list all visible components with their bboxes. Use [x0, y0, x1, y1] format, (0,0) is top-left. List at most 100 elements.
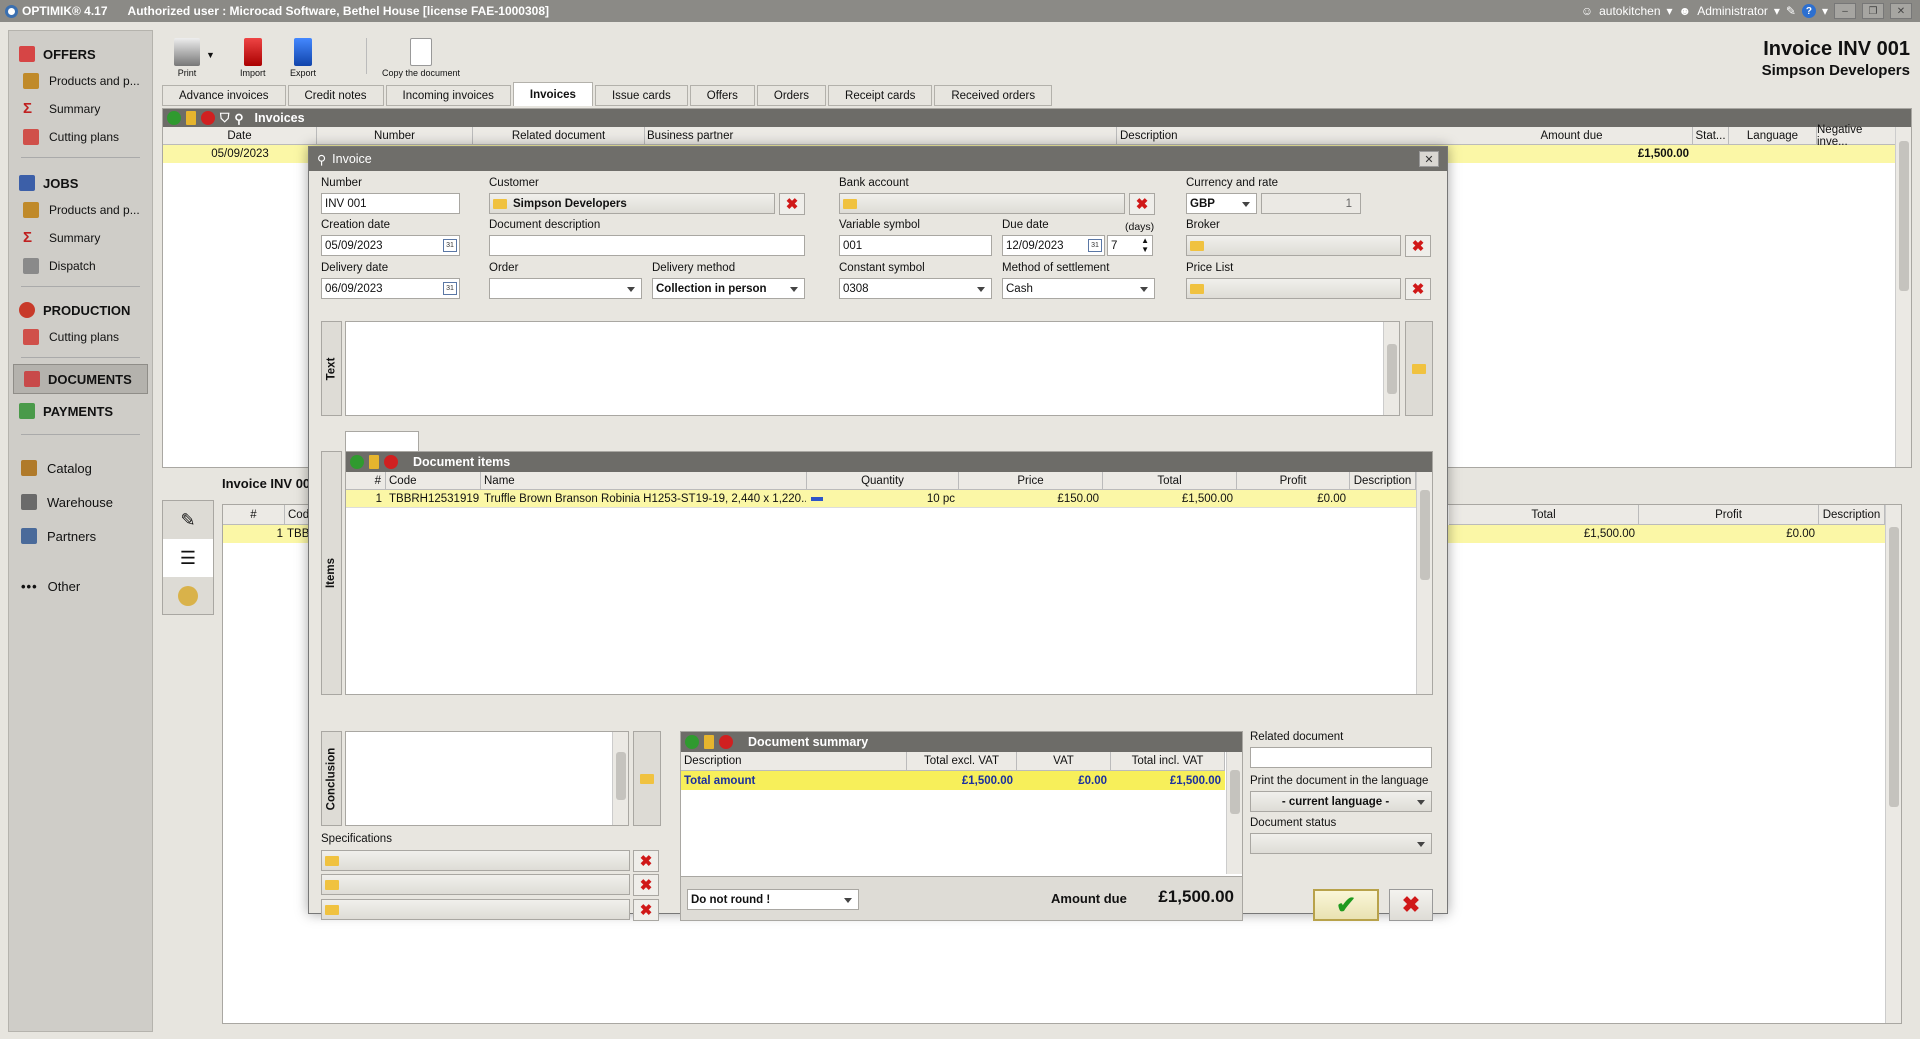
user-menu-administrator[interactable]: Administrator	[1697, 4, 1768, 18]
scrollbar-thumb[interactable]	[616, 752, 626, 800]
col-name[interactable]: Name	[481, 472, 807, 490]
calendar-icon[interactable]: 31	[443, 239, 457, 252]
rounding-select[interactable]: Do not round !	[687, 889, 859, 910]
creation-date-field[interactable]: 05/09/2023 31	[321, 235, 460, 256]
calendar-icon[interactable]: 31	[1088, 239, 1102, 252]
scrollbar-thumb[interactable]	[1420, 490, 1430, 580]
sidebar-other[interactable]: ••• Other	[9, 569, 152, 603]
calendar-icon[interactable]: 31	[443, 282, 457, 295]
currency-select[interactable]: GBP	[1186, 193, 1257, 214]
delete-icon[interactable]	[384, 455, 398, 469]
text-scrollbar[interactable]	[1383, 322, 1399, 415]
col-language[interactable]: Language	[1729, 127, 1817, 145]
clear-specification-1-button[interactable]: ✖	[633, 850, 659, 872]
specification-field-2[interactable]	[321, 874, 630, 895]
sidebar-documents[interactable]: DOCUMENTS	[13, 364, 148, 394]
edit-document-icon[interactable]: ✎	[163, 501, 213, 539]
col-partner[interactable]: Business partner	[645, 127, 1117, 145]
document-description-field[interactable]	[489, 235, 805, 256]
clear-price-list-button[interactable]: ✖	[1405, 278, 1431, 300]
clear-specification-2-button[interactable]: ✖	[633, 874, 659, 896]
conclusion-template-button[interactable]	[633, 731, 661, 826]
chevron-down-icon[interactable]: ▾	[1667, 4, 1673, 18]
add-icon[interactable]	[167, 111, 181, 125]
col-amount-due[interactable]: Amount due	[1451, 127, 1693, 145]
chevron-down-icon[interactable]: ▼	[206, 50, 215, 60]
col-total[interactable]: Total	[1449, 505, 1639, 525]
import-button[interactable]: Import	[240, 38, 266, 78]
filter-icon[interactable]: ⛉	[220, 111, 229, 126]
specification-field-3[interactable]	[321, 899, 630, 920]
col-num[interactable]: #	[346, 472, 386, 490]
number-field[interactable]: INV 001	[321, 193, 460, 214]
tab-incoming-invoices[interactable]: Incoming invoices	[385, 85, 511, 106]
col-total-excl-vat[interactable]: Total excl. VAT	[907, 752, 1017, 771]
export-button[interactable]: Export	[290, 38, 316, 78]
sidebar-jobs[interactable]: JOBS	[9, 170, 152, 196]
add-icon[interactable]	[350, 455, 364, 469]
sidebar-catalog[interactable]: Catalog	[9, 451, 152, 485]
col-quantity[interactable]: Quantity	[807, 472, 959, 490]
broker-field[interactable]	[1186, 235, 1401, 256]
print-button[interactable]: Print	[174, 38, 200, 78]
delete-icon[interactable]	[201, 111, 215, 125]
sidebar-offers[interactable]: OFFERS	[9, 41, 152, 67]
add-icon[interactable]	[685, 735, 699, 749]
col-negative[interactable]: Negative inve...	[1817, 124, 1897, 148]
text-template-button[interactable]	[1405, 321, 1433, 416]
edit-icon[interactable]	[369, 455, 379, 469]
text-tab[interactable]: Text	[321, 321, 342, 416]
bank-account-field[interactable]	[839, 193, 1125, 214]
col-total-incl-vat[interactable]: Total incl. VAT	[1111, 752, 1225, 771]
due-date-field[interactable]: 12/09/2023 31	[1002, 235, 1105, 256]
sidebar-item-production-cutting[interactable]: Cutting plans	[9, 323, 152, 351]
col-profit[interactable]: Profit	[1639, 505, 1819, 525]
invoices-scrollbar[interactable]	[1895, 127, 1911, 467]
copy-document-button[interactable]: Copy the document	[382, 38, 460, 78]
tab-advance-invoices[interactable]: Advance invoices	[162, 85, 286, 106]
tab-credit-notes[interactable]: Credit notes	[287, 85, 384, 106]
scrollbar-thumb[interactable]	[1899, 141, 1909, 291]
customer-field[interactable]: Simpson Developers	[489, 193, 775, 214]
delivery-date-field[interactable]: 06/09/2023 31	[321, 278, 460, 299]
sidebar-item-jobs-dispatch[interactable]: Dispatch	[9, 252, 152, 280]
summary-row[interactable]: Total amount £1,500.00 £0.00 £1,500.00	[681, 771, 1225, 790]
items-scrollbar[interactable]	[1416, 472, 1432, 694]
col-description[interactable]: Description	[1819, 505, 1885, 525]
col-price[interactable]: Price	[959, 472, 1103, 490]
summary-scrollbar[interactable]	[1226, 752, 1242, 874]
tab-received-orders[interactable]: Received orders	[934, 85, 1053, 106]
sidebar-payments[interactable]: PAYMENTS	[9, 394, 152, 428]
items-tab[interactable]: Items	[321, 451, 342, 695]
help-icon[interactable]: ?	[1801, 4, 1816, 18]
scrollbar-thumb[interactable]	[1230, 770, 1240, 814]
coin-icon[interactable]	[163, 577, 213, 615]
days-stepper[interactable]: 7 ▲ ▼	[1107, 235, 1153, 256]
stepper-arrows-icon[interactable]: ▲ ▼	[1141, 236, 1149, 254]
scrollbar-thumb[interactable]	[1387, 344, 1397, 394]
user-menu-autokitchen[interactable]: autokitchen	[1599, 4, 1660, 18]
col-description[interactable]: Description	[681, 752, 907, 771]
sidebar-item-offers-cutting[interactable]: Cutting plans	[9, 123, 152, 151]
close-dialog-button[interactable]: ✕	[1419, 151, 1439, 167]
search-icon[interactable]: ⚲	[234, 111, 243, 126]
sidebar-item-offers-products[interactable]: Products and p...	[9, 67, 152, 95]
clear-customer-button[interactable]: ✖	[779, 193, 805, 215]
confirm-button[interactable]: ✔	[1313, 889, 1379, 921]
tab-issue-cards[interactable]: Issue cards	[594, 85, 688, 106]
col-code[interactable]: Code	[386, 472, 481, 490]
col-vat[interactable]: VAT	[1017, 752, 1111, 771]
col-status[interactable]: Stat...	[1693, 127, 1729, 145]
col-description[interactable]: Description	[1350, 472, 1416, 490]
chevron-down-icon[interactable]: ▾	[1774, 4, 1780, 18]
col-num[interactable]: #	[223, 505, 285, 525]
document-status-select[interactable]	[1250, 833, 1432, 854]
tab-offers[interactable]: Offers	[689, 85, 755, 106]
restore-button[interactable]: ❐	[1862, 3, 1884, 19]
text-editor[interactable]	[345, 321, 1400, 416]
delete-icon[interactable]	[719, 735, 733, 749]
clear-bank-account-button[interactable]: ✖	[1129, 193, 1155, 215]
sidebar-warehouse[interactable]: Warehouse	[9, 485, 152, 519]
scrollbar-thumb[interactable]	[1889, 527, 1899, 807]
conclusion-editor[interactable]	[345, 731, 629, 826]
